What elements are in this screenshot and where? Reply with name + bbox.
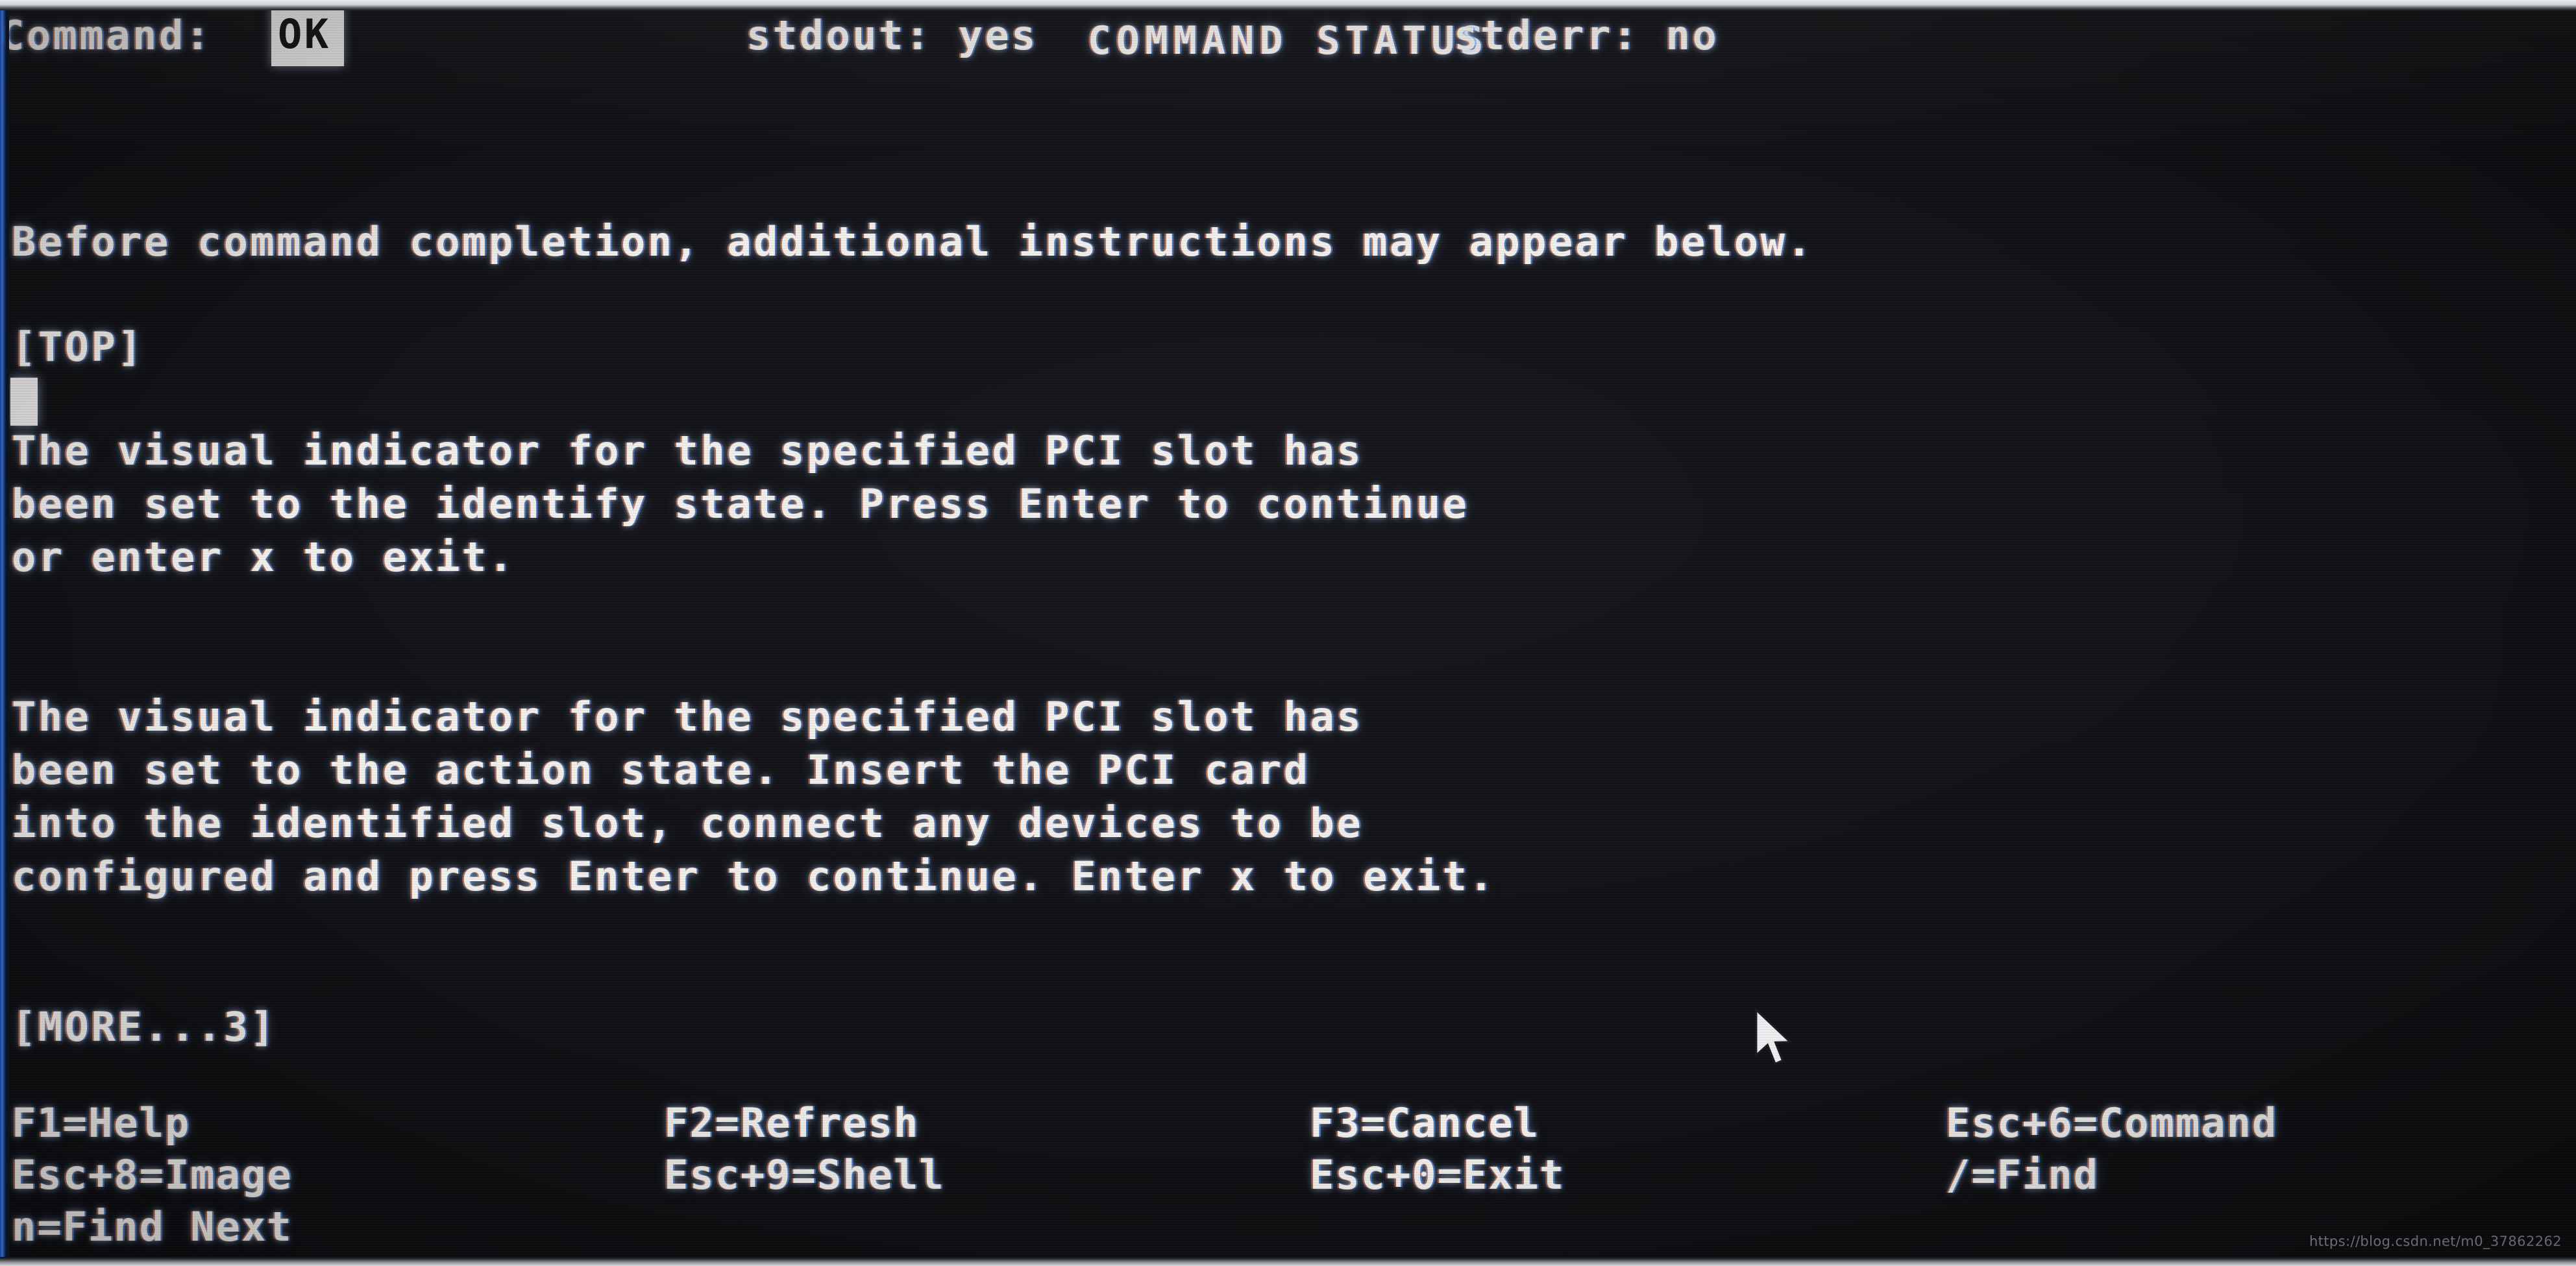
- text-cursor-block: [10, 378, 38, 426]
- function-key-row-1: F1=Help F2=Refresh F3=Cancel Esc+6=Comma…: [12, 1099, 2562, 1151]
- crt-photo-frame: COMMAND STATUS Command: OK stdout: yes s…: [0, 0, 2576, 1266]
- function-key-bar: F1=Help F2=Refresh F3=Cancel Esc+6=Comma…: [12, 1099, 2562, 1255]
- mouse-pointer-icon: [1755, 1007, 1793, 1065]
- function-key-row-3: n=Find Next: [12, 1203, 2562, 1255]
- fkey-f3-cancel[interactable]: F3=Cancel: [1310, 1099, 1539, 1147]
- fkey-esc8-image[interactable]: Esc+8=Image: [12, 1151, 293, 1199]
- monitor-bezel-top: [0, 0, 2576, 10]
- fkey-esc6-command[interactable]: Esc+6=Command: [1946, 1099, 2277, 1147]
- stdout-status: stdout: yes: [746, 12, 1038, 59]
- fkey-esc9-shell[interactable]: Esc+9=Shell: [664, 1151, 945, 1199]
- output-paragraph-action: The visual indicator for the specified P…: [12, 693, 1496, 900]
- function-key-row-2: Esc+8=Image Esc+9=Shell Esc+0=Exit /=Fin…: [12, 1151, 2562, 1203]
- left-edge-dark: [6, 9, 9, 1258]
- page-title: COMMAND STATUS: [1087, 18, 1489, 64]
- command-value-field[interactable]: OK: [271, 5, 344, 66]
- fkey-esc0-exit[interactable]: Esc+0=Exit: [1310, 1151, 1565, 1199]
- left-edge-glow: [0, 9, 6, 1258]
- monitor-bezel-bottom: [0, 1257, 2576, 1266]
- fkey-f2-refresh[interactable]: F2=Refresh: [664, 1099, 919, 1147]
- watermark-text: https://blog.csdn.net/m0_37862262: [2309, 1234, 2562, 1249]
- fkey-f1-help[interactable]: F1=Help: [12, 1099, 190, 1147]
- stderr-status: stderr: no: [1454, 12, 1719, 59]
- output-paragraph-identify: The visual indicator for the specified P…: [12, 427, 1469, 581]
- fkey-slash-find[interactable]: /=Find: [1946, 1151, 2099, 1199]
- more-marker: [MORE...3]: [12, 1003, 277, 1051]
- command-label: Command:: [0, 12, 212, 59]
- completion-notice: Before command completion, additional in…: [12, 218, 1814, 265]
- top-marker: [TOP]: [12, 323, 145, 371]
- fkey-n-find-next[interactable]: n=Find Next: [12, 1203, 293, 1250]
- terminal-screen: COMMAND STATUS Command: OK stdout: yes s…: [0, 5, 2576, 1258]
